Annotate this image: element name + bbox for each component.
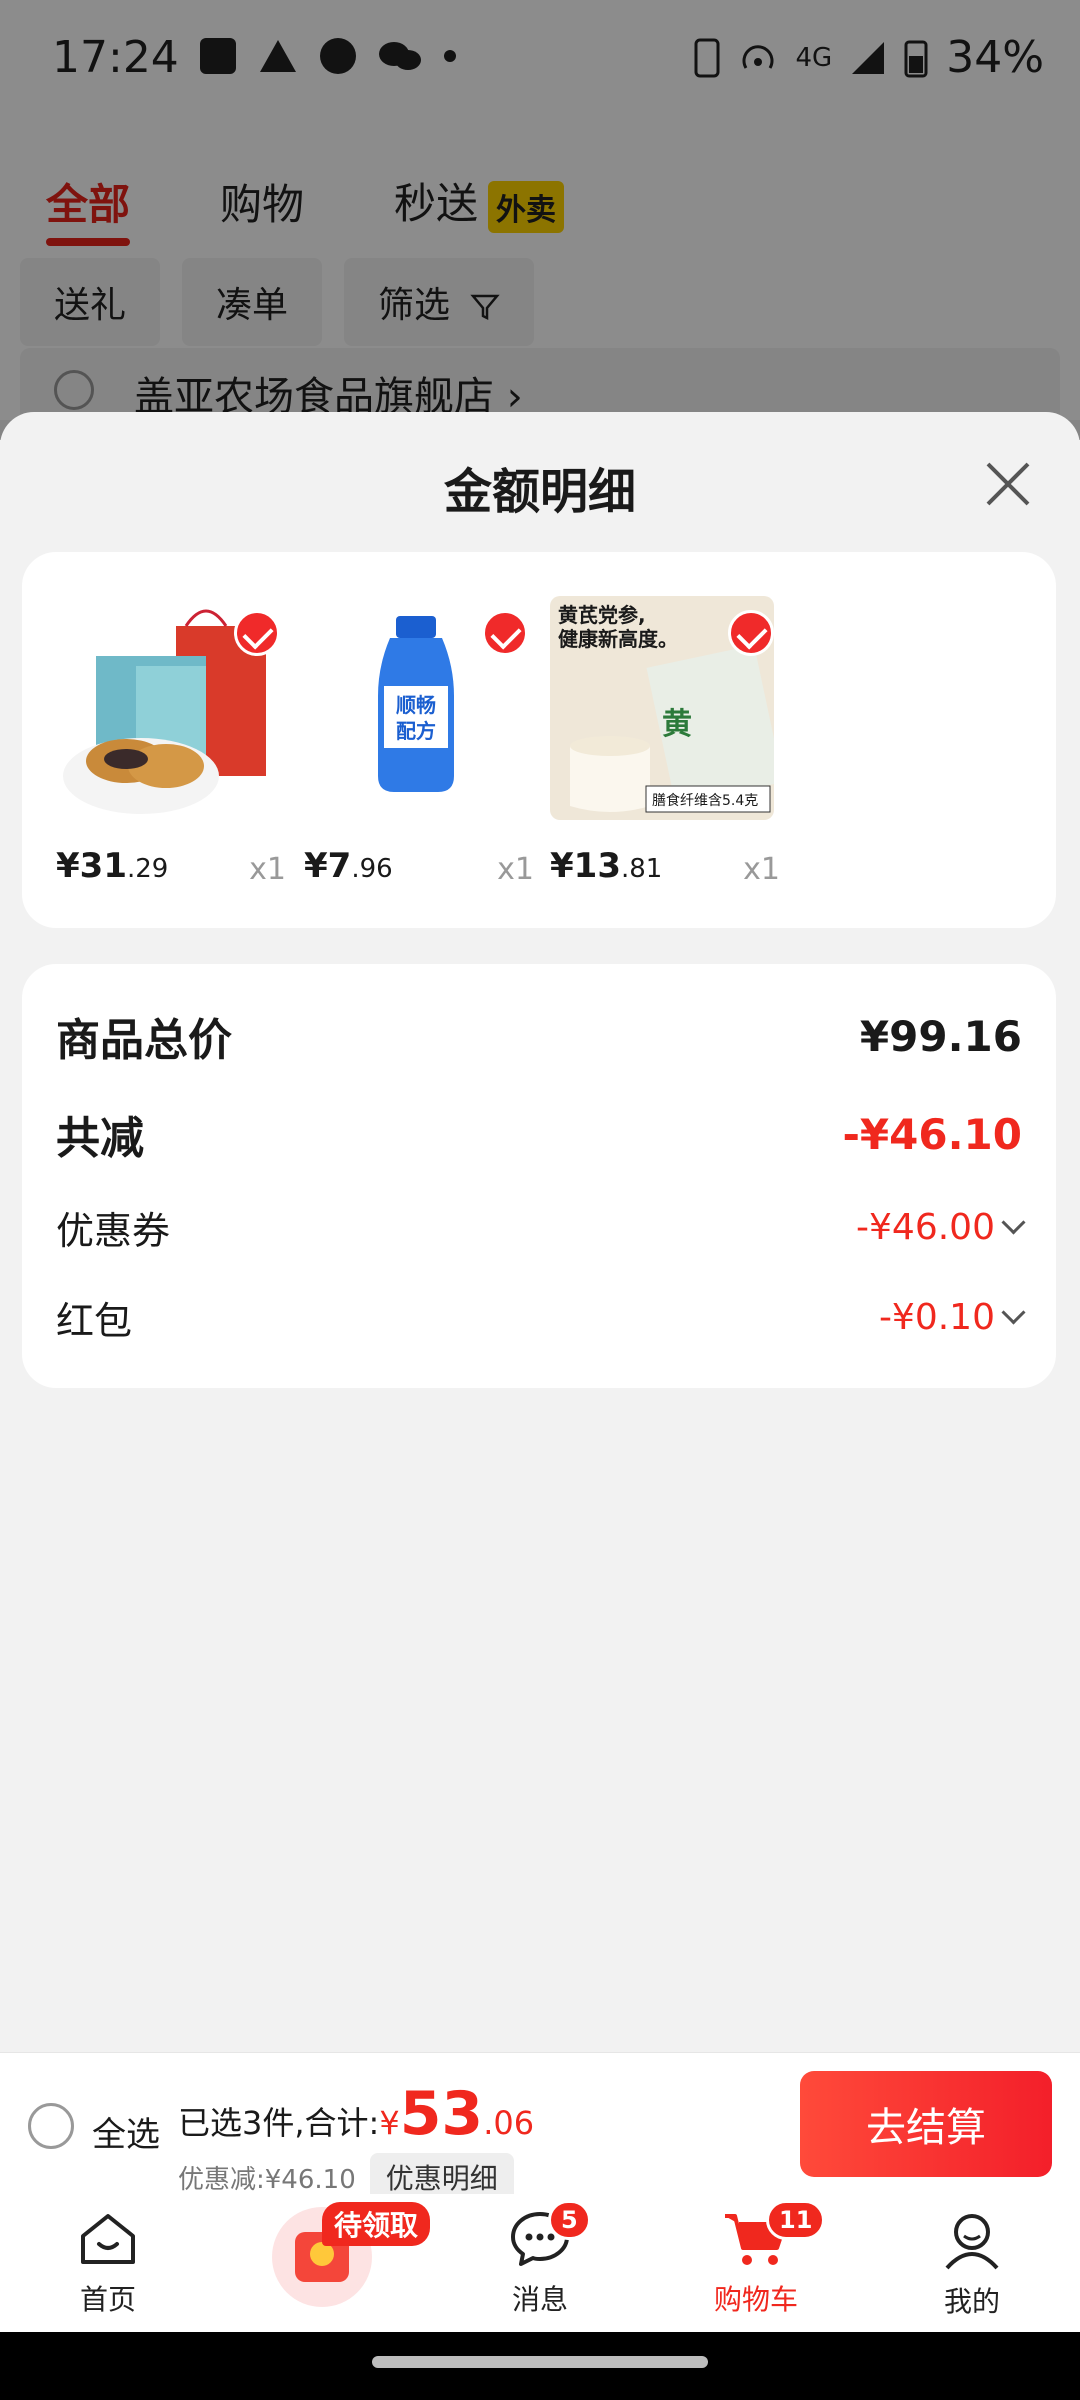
chevron-down-icon	[1001, 1210, 1026, 1235]
redpacket-label: 红包	[56, 1299, 133, 1343]
product-price: ¥13.81	[550, 846, 662, 886]
reduce-label: 共减	[56, 1113, 144, 1164]
coupon-label: 优惠券	[56, 1209, 171, 1253]
price-int: ¥13	[550, 846, 621, 886]
product-qty: x1	[249, 852, 286, 887]
price-summary-card: 商品总价 ¥99.16 共减 -¥46.10 优惠券 -¥46.00 红包 -¥…	[22, 964, 1056, 1388]
user-icon	[945, 2214, 999, 2270]
product-check-icon[interactable]	[482, 610, 528, 656]
product-check-icon[interactable]	[234, 610, 280, 656]
tab-profile-label: 我的	[943, 2285, 1000, 2318]
selected-products-card: ¥31.29 x1 顺畅 配方 ¥7.96 x1 黄 黄芪党参, 健康新高度。 …	[22, 552, 1056, 928]
tab-cart-label: 购物车	[713, 2283, 798, 2316]
bottom-tab-bar: 首页 待领取 消息 5 购物车 11 我的	[0, 2194, 1080, 2332]
row-redpacket[interactable]: 红包 -¥0.10	[56, 1290, 1026, 1345]
selected-summary: 已选3件,合计:¥53.06	[178, 2079, 534, 2149]
product-check-icon[interactable]	[728, 610, 774, 656]
tab-home-label: 首页	[79, 2283, 136, 2316]
system-nav-bar	[0, 2332, 1080, 2400]
discount-text: 优惠减:¥46.10	[178, 2164, 356, 2195]
checkout-bar: 全选 已选3件,合计:¥53.06 优惠减:¥46.10 优惠明细 去结算	[0, 2052, 1080, 2201]
redpacket-amount: -¥0.10	[878, 1297, 995, 1338]
svg-text:黄芪党参,: 黄芪党参,	[558, 603, 646, 627]
total-cents: .06	[483, 2104, 535, 2142]
svg-text:膳食纤维含5.4克: 膳食纤维含5.4克	[652, 792, 758, 809]
amount-detail-sheet: 金额明细 ¥31.29 x1 顺畅 配方 ¥7.96 x1 黄 黄芪党参, 健康…	[0, 412, 1080, 2052]
price-cents: .96	[351, 854, 393, 884]
checkout-button[interactable]: 去结算	[800, 2071, 1052, 2177]
chevron-down-icon	[1001, 1300, 1026, 1325]
product-price: ¥7.96	[304, 846, 393, 886]
row-coupon[interactable]: 优惠券 -¥46.00	[56, 1200, 1026, 1255]
tab-messages-label: 消息	[511, 2283, 568, 2316]
coupon-badge: 待领取	[322, 2202, 431, 2246]
total-yen: ¥	[379, 2104, 400, 2142]
home-icon	[81, 2214, 135, 2264]
redpacket-value[interactable]: -¥0.10	[878, 1297, 1026, 1338]
price-cents: .29	[126, 854, 169, 884]
tab-home[interactable]: 首页	[38, 2210, 178, 2318]
product-qty: x1	[497, 852, 534, 887]
svg-text:健康新高度。: 健康新高度。	[558, 627, 678, 651]
price-int: ¥7	[304, 846, 352, 886]
tab-profile[interactable]: 我的	[902, 2210, 1042, 2320]
home-gesture-bar[interactable]	[372, 2356, 708, 2368]
select-all-label[interactable]: 全选	[92, 2107, 160, 2156]
total-int: 53	[399, 2079, 484, 2149]
cart-badge: 11	[766, 2200, 826, 2240]
coupon-value[interactable]: -¥46.00	[856, 1207, 1026, 1248]
select-all-radio[interactable]	[28, 2103, 74, 2149]
total-label: 商品总价	[56, 1015, 232, 1066]
price-cents: .81	[620, 854, 663, 884]
product-item[interactable]: 顺畅 配方 ¥7.96 x1	[304, 596, 534, 887]
modal-overlay[interactable]	[0, 0, 1080, 440]
product-qty: x1	[743, 852, 780, 887]
svg-text:配方: 配方	[396, 719, 436, 743]
product-price: ¥31.29	[56, 846, 168, 886]
svg-text:黄: 黄	[662, 707, 692, 742]
total-value: ¥99.16	[859, 1011, 1022, 1061]
close-icon[interactable]	[980, 456, 1036, 512]
row-reduce: 共减 -¥46.10	[56, 1102, 1022, 1166]
product-item[interactable]: ¥31.29 x1	[56, 596, 286, 887]
messages-badge: 5	[548, 2200, 591, 2240]
product-item[interactable]: 黄 黄芪党参, 健康新高度。 膳食纤维含5.4克 ¥13.81 x1	[550, 596, 780, 887]
row-total: 商品总价 ¥99.16	[56, 1004, 1022, 1068]
sheet-title: 金额明细	[443, 464, 636, 520]
summary-prefix: 已选3件,合计:	[178, 2104, 380, 2142]
svg-text:顺畅: 顺畅	[396, 693, 436, 717]
reduce-value: -¥46.10	[842, 1109, 1022, 1159]
coupon-amount: -¥46.00	[856, 1207, 995, 1248]
price-int: ¥31	[56, 846, 127, 886]
